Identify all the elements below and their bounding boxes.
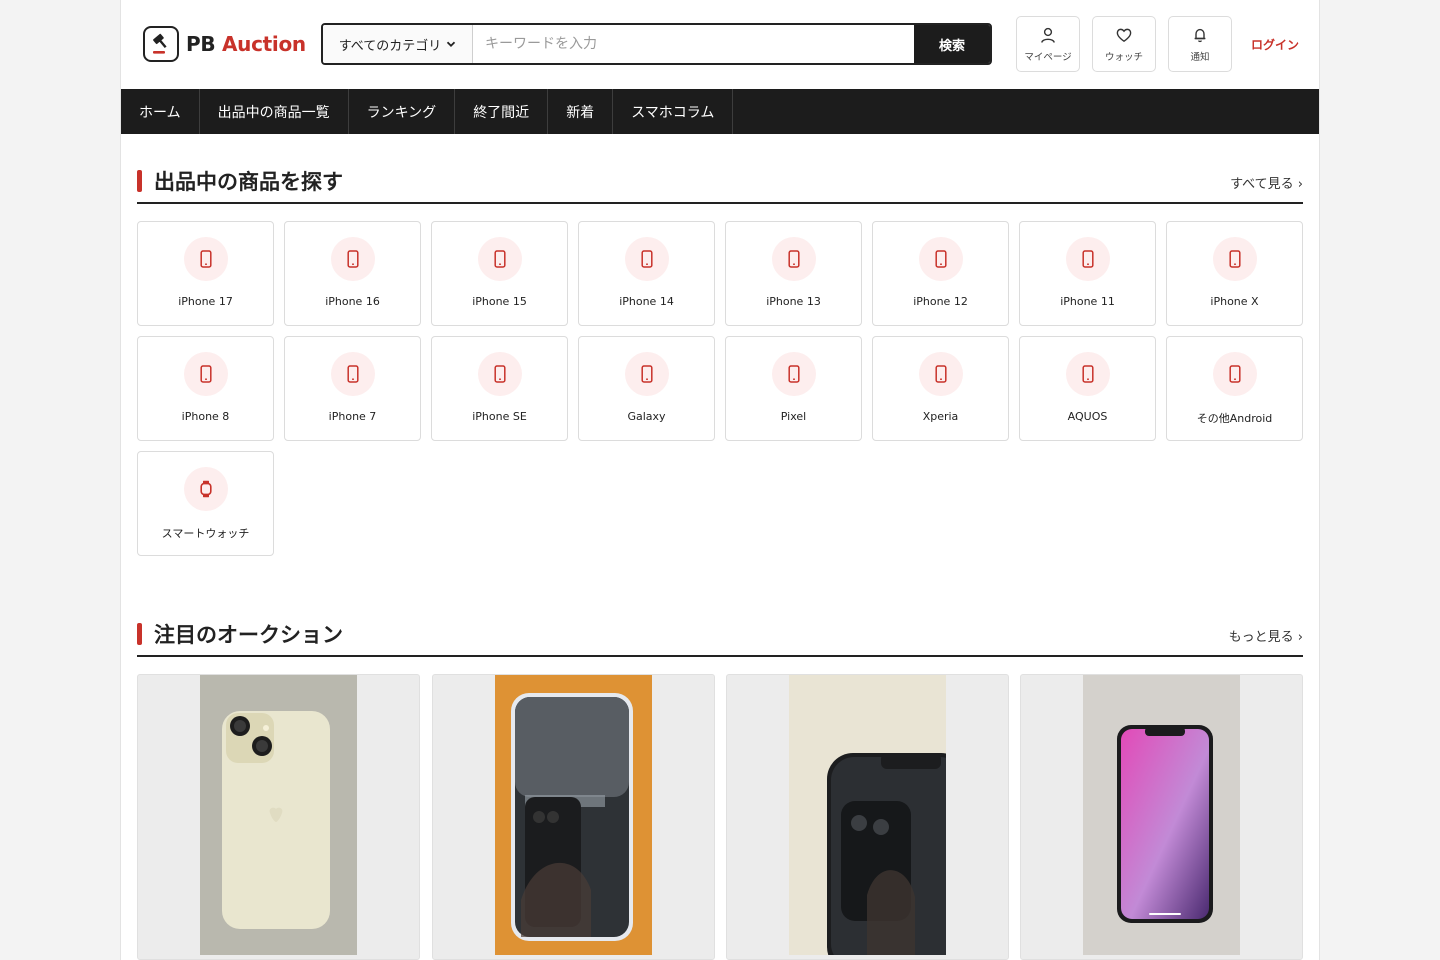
category-select[interactable]: すべてのカテゴリ (323, 25, 473, 63)
category-tile[interactable]: iPhone 16 (284, 221, 421, 326)
category-name: Galaxy (627, 410, 666, 423)
auction-card[interactable] (137, 674, 420, 960)
category-tile[interactable]: AQUOS (1019, 336, 1156, 441)
category-name: iPhone X (1210, 295, 1259, 308)
category-tile[interactable]: Xperia (872, 336, 1009, 441)
category-tile[interactable]: Pixel (725, 336, 862, 441)
product-photo (1083, 675, 1240, 955)
nav-item-listings[interactable]: 出品中の商品一覧 (200, 89, 349, 134)
nav-item-ranking[interactable]: ランキング (349, 89, 456, 134)
featured-section-title: 注目のオークション (154, 623, 343, 647)
nav-item-home[interactable]: ホーム (121, 89, 200, 134)
notification-label: 通知 (1190, 51, 1210, 63)
smartphone-icon (1066, 352, 1110, 396)
site-logo[interactable]: PB Auction (143, 26, 306, 62)
logo-text-pb: PB (186, 32, 216, 56)
featured-section-header: 注目のオークション もっと見る › (137, 619, 1303, 657)
category-tile[interactable]: iPhone X (1166, 221, 1303, 326)
smartphone-icon (919, 352, 963, 396)
nav-item-ending-soon[interactable]: 終了間近 (455, 89, 549, 134)
category-tile[interactable]: iPhone 17 (137, 221, 274, 326)
category-tile[interactable]: スマートウォッチ (137, 451, 274, 556)
site-header: PB Auction すべてのカテゴリ 検索 マイページ (121, 0, 1319, 89)
browse-section-header: 出品中の商品を探す すべて見る › (137, 166, 1303, 204)
category-tile[interactable]: iPhone 15 (431, 221, 568, 326)
section-accent-bar (137, 623, 142, 645)
browse-section-title: 出品中の商品を探す (154, 170, 343, 194)
section-accent-bar (137, 170, 142, 192)
product-photo (200, 675, 357, 955)
smartphone-icon (478, 237, 522, 281)
category-name: iPhone 14 (619, 295, 674, 308)
smartphone-icon (331, 237, 375, 281)
category-tile[interactable]: iPhone 7 (284, 336, 421, 441)
smartphone-icon (1066, 237, 1110, 281)
smartphone-icon (331, 352, 375, 396)
search-button[interactable]: 検索 (914, 25, 990, 63)
smartphone-icon (184, 352, 228, 396)
category-name: スマートウォッチ (161, 527, 250, 540)
category-name: その他Android (1196, 412, 1273, 425)
auction-card[interactable] (726, 674, 1009, 960)
user-icon (1041, 27, 1055, 43)
smartwatch-icon (184, 467, 228, 511)
category-name: iPhone 13 (766, 295, 821, 308)
category-tile[interactable]: iPhone 12 (872, 221, 1009, 326)
gavel-icon (143, 26, 179, 62)
product-photo (495, 675, 652, 955)
category-name: iPhone 12 (913, 295, 968, 308)
auction-card[interactable] (432, 674, 715, 960)
main-nav: ホーム 出品中の商品一覧 ランキング 終了間近 新着 スマホコラム (121, 89, 1319, 134)
auction-card[interactable] (1020, 674, 1303, 960)
category-tile[interactable]: iPhone 8 (137, 336, 274, 441)
smartphone-icon (184, 237, 228, 281)
category-tile[interactable]: iPhone SE (431, 336, 568, 441)
smartphone-icon (625, 352, 669, 396)
smartphone-icon (772, 352, 816, 396)
nav-item-new[interactable]: 新着 (548, 89, 614, 134)
category-name: iPhone SE (472, 410, 527, 423)
heart-icon (1116, 28, 1132, 42)
smartphone-icon (772, 237, 816, 281)
category-name: iPhone 7 (328, 410, 377, 423)
login-link[interactable]: ログイン (1251, 36, 1299, 53)
smartphone-icon (478, 352, 522, 396)
smartphone-icon (1213, 237, 1257, 281)
search-input[interactable] (473, 25, 914, 63)
mypage-label: マイページ (1024, 51, 1072, 63)
product-photo (789, 675, 946, 955)
watch-label: ウォッチ (1104, 51, 1143, 63)
smartphone-icon (1213, 352, 1257, 396)
category-name: Xperia (922, 410, 959, 423)
nav-item-column[interactable]: スマホコラム (613, 89, 734, 134)
smartphone-icon (919, 237, 963, 281)
see-more-link[interactable]: もっと見る › (1229, 626, 1303, 645)
category-name: iPhone 17 (178, 295, 233, 308)
category-tile[interactable]: iPhone 14 (578, 221, 715, 326)
bell-icon (1194, 28, 1206, 42)
smartphone-icon (625, 237, 669, 281)
notification-button[interactable]: 通知 (1168, 16, 1232, 72)
category-select-label: すべてのカテゴリ (338, 38, 442, 54)
category-name: iPhone 8 (181, 410, 230, 423)
category-tile[interactable]: その他Android (1166, 336, 1303, 441)
category-tile[interactable]: iPhone 13 (725, 221, 862, 326)
mypage-button[interactable]: マイページ (1016, 16, 1080, 72)
category-tile[interactable]: iPhone 11 (1019, 221, 1156, 326)
category-name: iPhone 11 (1060, 295, 1115, 308)
logo-text-auction: Auction (221, 32, 306, 56)
see-all-link[interactable]: すべて見る › (1230, 173, 1303, 192)
category-name: AQUOS (1067, 410, 1108, 423)
category-tile[interactable]: Galaxy (578, 336, 715, 441)
search-bar: すべてのカテゴリ 検索 (321, 23, 992, 65)
watch-button[interactable]: ウォッチ (1092, 16, 1156, 72)
page: PB Auction すべてのカテゴリ 検索 マイページ (120, 0, 1320, 960)
category-name: iPhone 16 (325, 295, 380, 308)
category-name: iPhone 15 (472, 295, 527, 308)
category-name: Pixel (780, 410, 807, 423)
chevron-down-icon (447, 41, 456, 47)
